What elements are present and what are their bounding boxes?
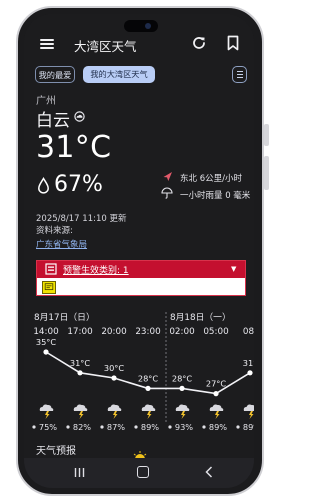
temperature-label: 35°C [36,337,57,347]
bookmark-icon[interactable] [226,35,240,51]
humidity-value: 67% [54,172,103,197]
page-title: 大湾区天气 [74,39,137,54]
rain-probability-dot [134,425,138,429]
temperature-point [145,385,151,391]
rain-probability: 89% [209,422,227,432]
rain-probability-dot [168,425,172,429]
umbrella-icon [161,187,173,199]
menu-icon[interactable] [40,39,54,49]
rain-probability-dot [236,425,240,429]
temperature-label: 31° [243,358,254,368]
side-button [264,156,269,190]
app-screen: 大湾区天气 我的最爱 我的大湾区天气 广州 白云 31°C 67% 东北 6公里… [24,14,254,488]
temperature-label: 30°C [104,363,125,373]
rain-probability: 87% [107,422,125,432]
temperature-label: 27°C [206,379,227,389]
thunderstorm-icon [209,404,224,419]
temperature-point [43,349,49,355]
warning-count[interactable]: 预警生效类别: 1 [63,263,129,276]
rain-probability: 93% [175,422,193,432]
wind-direction-icon [163,172,172,181]
tab-my-gba-weather[interactable]: 我的大湾区天气 [83,66,155,83]
weather-condition: 白云 [36,111,70,131]
system-nav-bar [24,458,254,488]
temperature-label: 28°C [172,373,193,383]
back-icon[interactable] [204,464,214,480]
side-button [264,124,269,146]
time-label: 17:00 [67,327,93,337]
rain-probability: 89% [141,422,159,432]
home-icon[interactable] [137,466,149,478]
temperature-label: 28°C [138,373,159,383]
thunderstorm-icon [243,404,254,419]
wind-info: 东北 6公里/小时 [180,174,242,184]
city-name: 广州 [36,96,56,107]
thunderstorm-icon [141,404,156,419]
tab-favorites[interactable]: 我的最爱 [35,66,75,83]
temperature-point [247,370,253,376]
time-label: 05:00 [203,327,229,337]
section-title-forecast: 天气预报 [36,446,76,457]
temperature-point [179,385,185,391]
rain-probability: 82% [73,422,91,432]
temperature-point [77,370,83,376]
time-label: 14:00 [33,327,59,337]
temperature-label: 31°C [70,358,91,368]
rain-probability-dot [32,425,36,429]
time-label: 23:00 [135,327,161,337]
source-label: 资料来源: [36,226,73,236]
raindrop-icon [38,177,49,194]
cloud-icon [74,111,85,122]
recent-apps-icon[interactable] [74,467,85,478]
time-label: 20:00 [101,327,127,337]
temperature-point [111,375,117,381]
thunderstorm-icon [175,404,190,419]
hourly-forecast-chart: 8月17日（日） 8月18日（一） 14:00 17:00 20:00 23:00 02:0… [32,312,254,432]
thunderstorm-icon [73,404,88,419]
forecast-date: 8月17日（日） [34,312,95,323]
chevron-down-icon[interactable]: ▼ [231,265,236,273]
camera-lens [145,23,151,29]
thunderstorm-icon [107,404,122,419]
thunderstorm-icon [39,404,54,419]
current-temperature: 31°C [36,130,112,165]
update-time: 2025/8/17 11:10 更新 [36,214,127,224]
rain-probability-dot [66,425,70,429]
forecast-date: 8月18日（一） [170,312,231,323]
list-icon[interactable] [232,66,247,83]
warning-panel: 预警生效类别: 1 ▼ [36,260,246,296]
rain-probability: 89% [243,422,254,432]
rain-probability-dot [100,425,104,429]
warning-icon [45,263,57,275]
source-link[interactable]: 广东省气象局 [36,238,87,250]
refresh-icon[interactable] [191,35,207,51]
warning-badge[interactable] [42,281,56,294]
rainfall-info: 一小时雨量 0 毫米 [180,191,251,201]
temperature-point [213,391,219,397]
rain-probability: 75% [39,422,57,432]
warning-header[interactable]: 预警生效类别: 1 ▼ [37,261,245,278]
time-label: 08: [243,327,254,337]
camera-island [124,20,158,32]
time-label: 02:00 [169,327,195,337]
top-app-bar: 大湾区天气 [24,32,254,58]
rain-probability-dot [202,425,206,429]
